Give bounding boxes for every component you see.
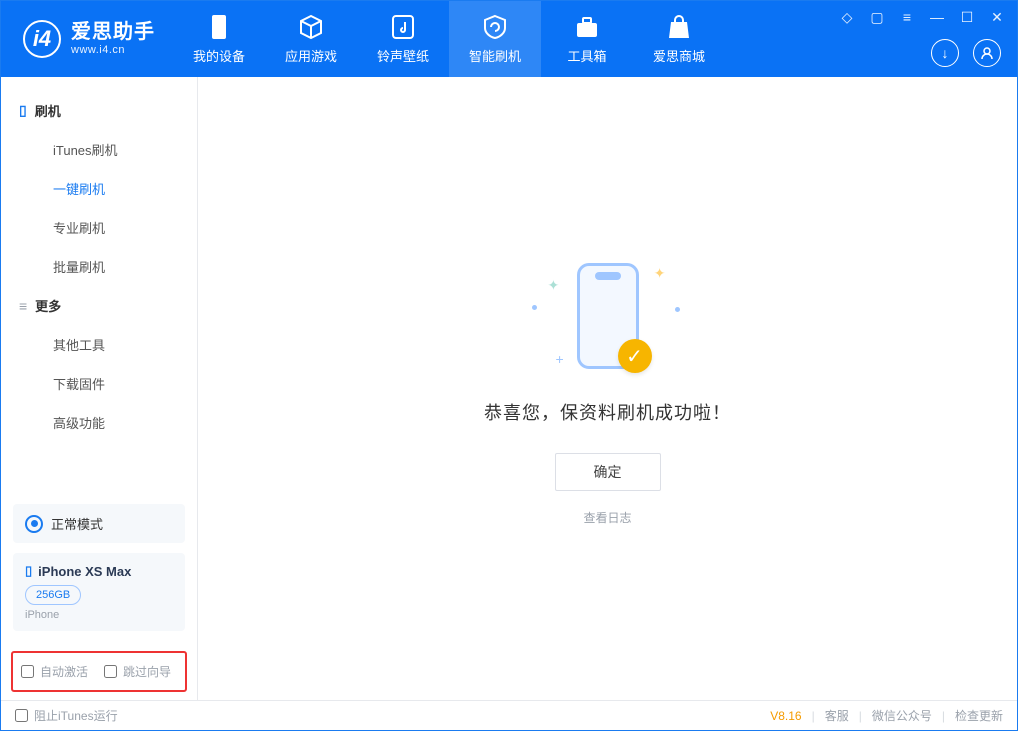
footer-link-support[interactable]: 客服 [825, 707, 849, 724]
separator: | [859, 709, 862, 723]
device-mode-card[interactable]: 正常模式 [13, 504, 185, 543]
tab-label: 爱思商城 [653, 46, 705, 65]
shopping-bag-icon [666, 14, 692, 40]
tab-store[interactable]: 爱思商城 [633, 1, 725, 77]
sidebar-section-title: 刷机 [35, 101, 61, 120]
cube-icon [298, 14, 324, 40]
sidebar-item-pro-flash[interactable]: 专业刷机 [1, 208, 197, 247]
phone-glyph-icon: ▯ [19, 102, 27, 119]
block-itunes-checkbox[interactable]: 阻止iTunes运行 [15, 707, 118, 724]
success-message: 恭喜您，保资料刷机成功啦！ [484, 399, 731, 425]
footer-link-wechat[interactable]: 微信公众号 [872, 707, 932, 724]
menu-icon[interactable]: ≡ [899, 9, 915, 26]
dot-icon [675, 307, 680, 312]
app-title: 爱思助手 [71, 21, 155, 44]
confirm-button[interactable]: 确定 [555, 453, 661, 491]
tshirt-icon[interactable]: ◇ [839, 9, 855, 26]
tab-smart-flash[interactable]: 智能刷机 [449, 1, 541, 77]
separator: | [942, 709, 945, 723]
tab-label: 工具箱 [567, 46, 606, 65]
success-illustration: ✦ ✦ + ✓ [528, 251, 688, 381]
sidebar-section-more: ≡ 更多 [1, 286, 197, 325]
phone-small-icon: ▯ [25, 563, 32, 579]
refresh-shield-icon [482, 14, 508, 40]
close-button[interactable]: ✕ [989, 9, 1005, 26]
footer-link-update[interactable]: 检查更新 [955, 707, 1003, 724]
sidebar-item-download-firmware[interactable]: 下载固件 [1, 364, 197, 403]
tab-label: 智能刷机 [469, 46, 521, 65]
version-text: V8.16 [770, 709, 801, 723]
tab-ringtones[interactable]: 铃声壁纸 [357, 1, 449, 77]
sparkle-icon: + [556, 351, 564, 367]
music-note-icon [390, 14, 416, 40]
sidebar-item-other-tools[interactable]: 其他工具 [1, 325, 197, 364]
skip-guide-checkbox[interactable]: 跳过向导 [104, 663, 171, 680]
highlighted-options-row: 自动激活 跳过向导 [11, 651, 187, 692]
sidebar-item-batch-flash[interactable]: 批量刷机 [1, 247, 197, 286]
tab-toolbox[interactable]: 工具箱 [541, 1, 633, 77]
device-name: iPhone XS Max [38, 564, 131, 579]
sidebar-item-itunes-flash[interactable]: iTunes刷机 [1, 130, 197, 169]
app-logo: i4 爱思助手 www.i4.cn [1, 20, 173, 58]
block-itunes-label: 阻止iTunes运行 [34, 707, 118, 724]
toolbox-icon [574, 14, 600, 40]
device-storage-badge: 256GB [25, 585, 81, 605]
status-dot-icon [25, 515, 43, 533]
maximize-button[interactable]: ☐ [959, 9, 975, 26]
dot-icon [532, 305, 537, 310]
skip-guide-label: 跳过向导 [123, 663, 171, 680]
skip-guide-input[interactable] [104, 665, 117, 678]
sparkle-icon: ✦ [654, 265, 666, 282]
device-info-card[interactable]: ▯ iPhone XS Max 256GB iPhone [13, 553, 185, 631]
logo-icon: i4 [23, 20, 61, 58]
tab-label: 我的设备 [193, 46, 245, 65]
sidebar-item-oneclick-flash[interactable]: 一键刷机 [1, 169, 197, 208]
minimize-button[interactable]: — [929, 9, 945, 26]
download-button[interactable]: ↓ [931, 39, 959, 67]
feedback-icon[interactable]: ▢ [869, 9, 885, 26]
device-icon [206, 14, 232, 40]
device-mode-text: 正常模式 [51, 514, 103, 533]
tab-label: 应用游戏 [285, 46, 337, 65]
auto-activate-checkbox[interactable]: 自动激活 [21, 663, 88, 680]
user-profile-button[interactable] [973, 39, 1001, 67]
list-glyph-icon: ≡ [19, 298, 27, 314]
sparkle-icon: ✦ [548, 277, 560, 294]
block-itunes-input[interactable] [15, 709, 28, 722]
tab-apps-games[interactable]: 应用游戏 [265, 1, 357, 77]
view-log-link[interactable]: 查看日志 [583, 509, 631, 526]
separator: | [812, 709, 815, 723]
sidebar-section-flash: ▯ 刷机 [1, 91, 197, 130]
tab-label: 铃声壁纸 [377, 46, 429, 65]
auto-activate-label: 自动激活 [40, 663, 88, 680]
sidebar-section-title: 更多 [35, 296, 61, 315]
tab-my-device[interactable]: 我的设备 [173, 1, 265, 77]
check-badge-icon: ✓ [618, 339, 652, 373]
sidebar-item-advanced[interactable]: 高级功能 [1, 403, 197, 442]
device-type: iPhone [25, 609, 173, 621]
app-url: www.i4.cn [71, 44, 155, 57]
auto-activate-input[interactable] [21, 665, 34, 678]
